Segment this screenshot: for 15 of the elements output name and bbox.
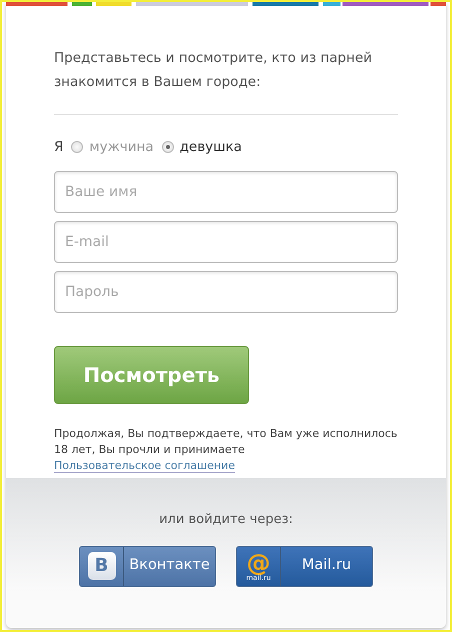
input-field[interactable]: Пароль (54, 271, 398, 314)
input-field[interactable]: Ваше имя (54, 171, 398, 214)
vk-logo: В (88, 552, 116, 580)
social-caption: или войдите через: (159, 511, 293, 529)
radio-button[interactable] (71, 141, 84, 154)
radio-label[interactable]: мужчина (89, 137, 154, 158)
input-field[interactable]: E-mail (54, 221, 398, 264)
terms-text: Продолжая, Вы подтверждаете, что Вам уже исполнилось 18 лет, Вы прочли и принимаете Пользовательское соглашение (54, 426, 398, 474)
social-login-button[interactable]: В Вконтакте (79, 546, 216, 586)
radio-label[interactable]: девушка (180, 137, 242, 158)
submit-button[interactable]: Посмотреть (54, 346, 249, 404)
terms-link[interactable]: Пользовательское соглашение (54, 459, 235, 474)
radio-button[interactable] (162, 141, 174, 154)
gender-label: Я (54, 138, 64, 157)
intro-text: Представьтесь и посмотрите, кто из парней знакомится в Вашем городе: (54, 49, 374, 92)
